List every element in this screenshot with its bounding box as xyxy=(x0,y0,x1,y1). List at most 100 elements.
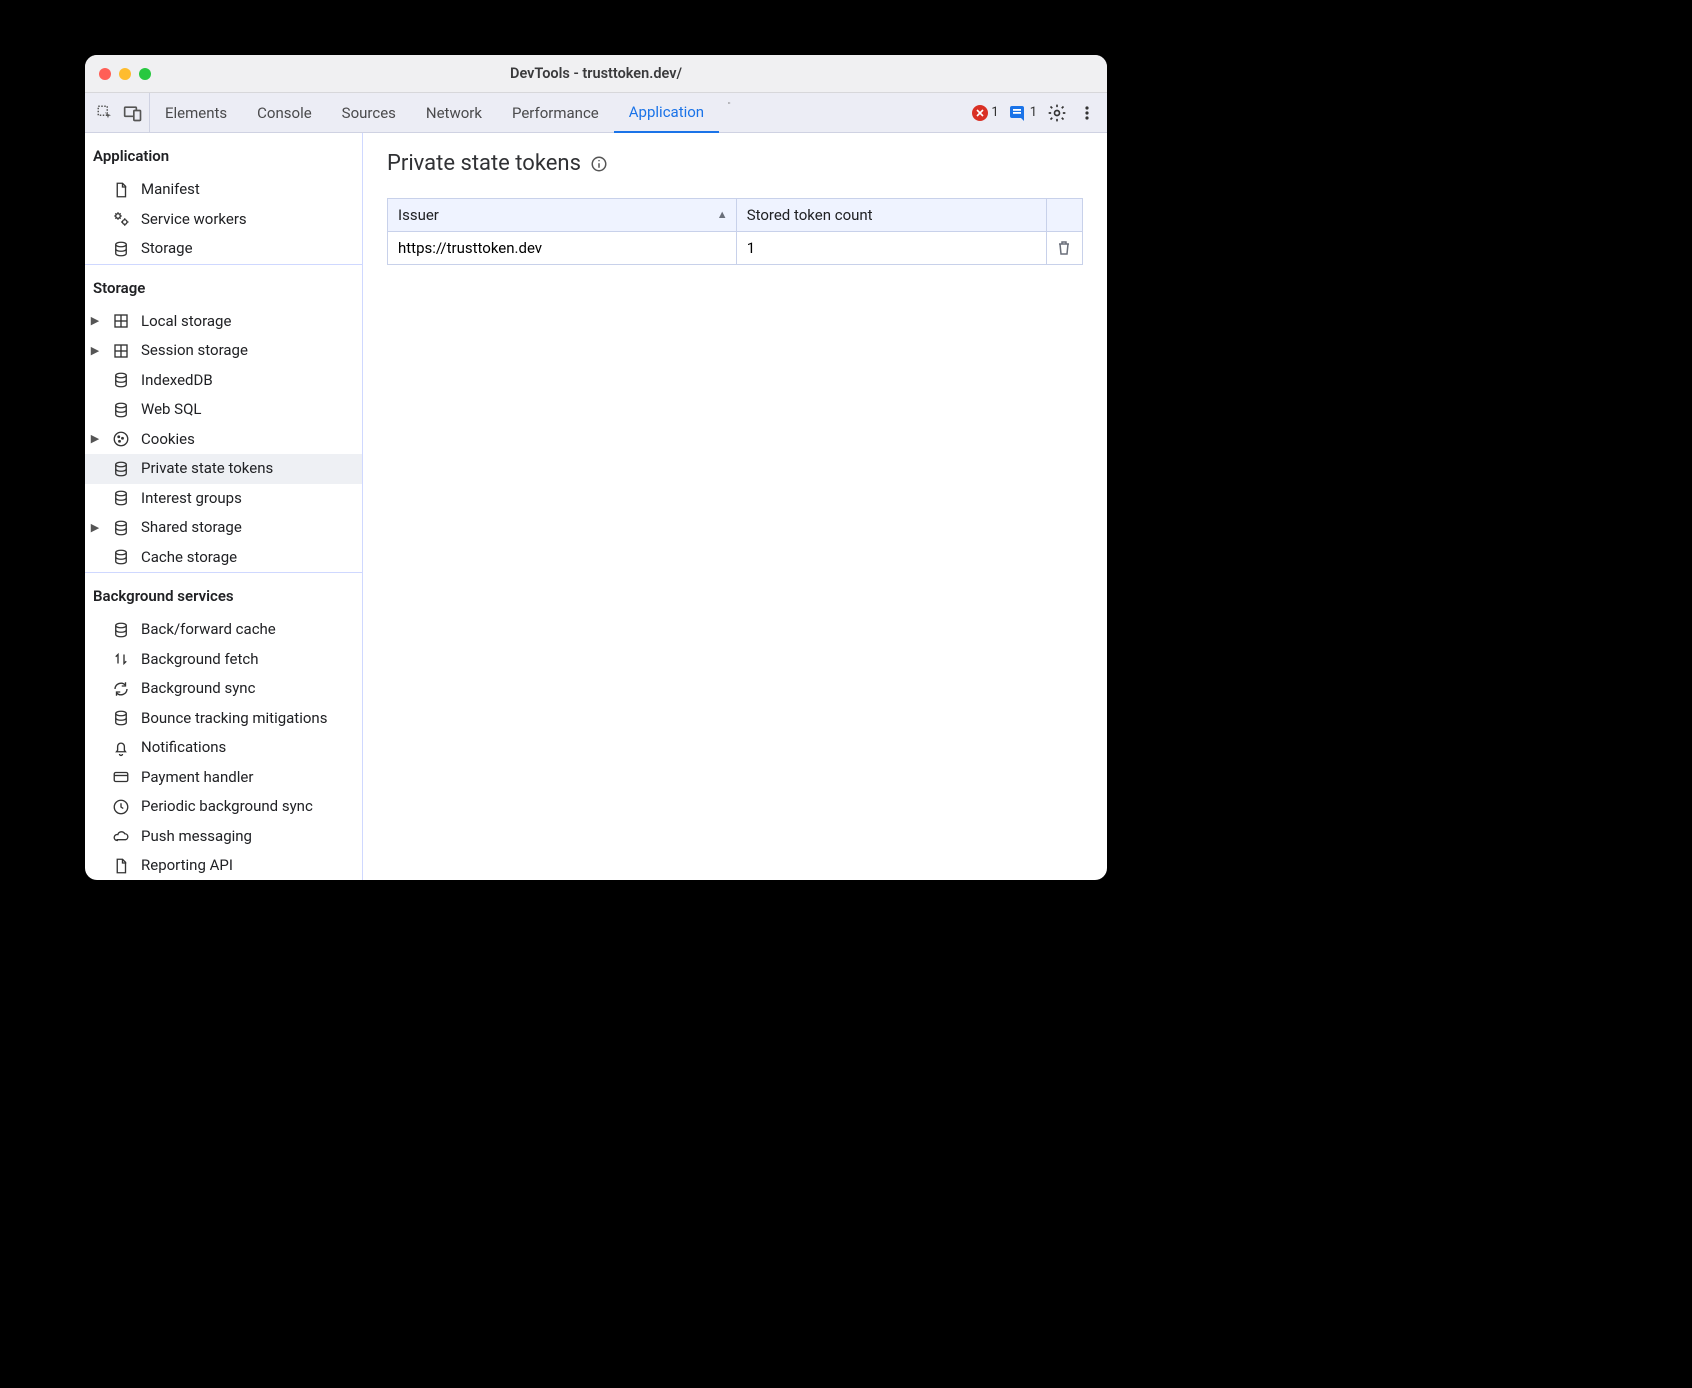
sidebar-item-label: Reporting API xyxy=(141,856,354,876)
grid-icon xyxy=(111,312,131,330)
trash-icon xyxy=(1057,240,1071,256)
tab-application[interactable]: Application xyxy=(614,94,719,133)
sidebar-item-label: Private state tokens xyxy=(141,459,354,479)
sidebar-item-label: Web SQL xyxy=(141,400,354,420)
tab-network[interactable]: Network xyxy=(411,93,497,132)
sidebar-item[interactable]: Background sync xyxy=(85,674,362,704)
updown-icon xyxy=(111,650,131,668)
sidebar-item[interactable]: Interest groups xyxy=(85,484,362,514)
db-icon xyxy=(111,519,131,537)
sidebar-item-label: Push messaging xyxy=(141,827,354,847)
sidebar-item[interactable]: Background fetch xyxy=(85,645,362,675)
device-toolbar-icon[interactable] xyxy=(123,103,143,123)
sidebar-item-label: IndexedDB xyxy=(141,371,354,391)
column-header-count[interactable]: Stored token count xyxy=(736,199,1046,232)
info-icon[interactable] xyxy=(589,154,609,174)
tab-elements[interactable]: Elements xyxy=(150,93,242,132)
sidebar-item-label: Cache storage xyxy=(141,548,354,568)
cookie-icon xyxy=(111,430,131,448)
main-panel: Private state tokens Issuer ▲ xyxy=(363,133,1107,880)
column-header-issuer[interactable]: Issuer ▲ xyxy=(388,199,737,232)
bell-icon xyxy=(111,739,131,757)
sidebar-section-header: Storage xyxy=(85,265,362,307)
devtools-window: DevTools - trusttoken.dev/ ElementsConso… xyxy=(85,55,1107,880)
db-icon xyxy=(111,401,131,419)
sidebar-item-label: Interest groups xyxy=(141,489,354,509)
sidebar-item[interactable]: Reporting API xyxy=(85,851,362,880)
db-icon xyxy=(111,460,131,478)
window-title: DevTools - trusttoken.dev/ xyxy=(85,65,1107,82)
sidebar-item[interactable]: Push messaging xyxy=(85,822,362,852)
sidebar-item[interactable]: ▶Cookies xyxy=(85,425,362,455)
db-icon xyxy=(111,548,131,566)
sidebar-item[interactable]: Bounce tracking mitigations xyxy=(85,704,362,734)
db-icon xyxy=(111,621,131,639)
sidebar-item-label: Background fetch xyxy=(141,650,354,670)
tab-console[interactable]: Console xyxy=(242,93,327,132)
sidebar-item[interactable]: ▶Session storage xyxy=(85,336,362,366)
sidebar-item-label: Storage xyxy=(141,239,354,259)
sidebar-item-label: Payment handler xyxy=(141,768,354,788)
sidebar-item-label: Bounce tracking mitigations xyxy=(141,709,354,729)
inspect-icon[interactable] xyxy=(95,103,115,123)
sidebar-item-label: Notifications xyxy=(141,738,354,758)
fullscreen-window-button[interactable] xyxy=(139,68,151,80)
sidebar-item[interactable]: ▶Local storage xyxy=(85,307,362,337)
card-icon xyxy=(111,768,131,786)
sidebar-item[interactable]: Manifest xyxy=(85,175,362,205)
sidebar-item[interactable]: Back/forward cache xyxy=(85,615,362,645)
close-window-button[interactable] xyxy=(99,68,111,80)
sidebar-item-label: Periodic background sync xyxy=(141,797,354,817)
sidebar-item-label: Background sync xyxy=(141,679,354,699)
sidebar-item-label: Cookies xyxy=(141,430,354,450)
tab-sources[interactable]: Sources xyxy=(327,93,411,132)
error-indicator[interactable]: 1 xyxy=(972,105,998,121)
sync-icon xyxy=(111,680,131,698)
application-sidebar: ApplicationManifestService workersStorag… xyxy=(85,133,363,880)
titlebar: DevTools - trusttoken.dev/ xyxy=(85,55,1107,93)
sidebar-item[interactable]: IndexedDB xyxy=(85,366,362,396)
tokens-table: Issuer ▲ Stored token count https://trus… xyxy=(387,198,1083,265)
sidebar-item-label: Manifest xyxy=(141,180,354,200)
db-icon xyxy=(111,709,131,727)
sidebar-item[interactable]: Private state tokens xyxy=(85,454,362,484)
sidebar-item[interactable]: Cache storage xyxy=(85,543,362,573)
delete-button[interactable] xyxy=(1047,232,1083,265)
expand-arrow-icon: ▶ xyxy=(89,344,101,358)
cell-count: 1 xyxy=(736,232,1046,265)
sidebar-item[interactable]: ▶ Shared storage xyxy=(85,513,362,543)
window-controls xyxy=(99,68,151,80)
sidebar-item-label: Back/forward cache xyxy=(141,620,354,640)
sidebar-section-header: Background services xyxy=(85,573,362,615)
settings-icon[interactable] xyxy=(1047,103,1067,123)
devtools-tabbar: ElementsConsoleSourcesNetworkPerformance… xyxy=(85,93,1107,133)
table-row[interactable]: https://trusttoken.dev1 xyxy=(388,232,1083,265)
sidebar-item[interactable]: Storage xyxy=(85,234,362,264)
sidebar-item[interactable]: Periodic background sync xyxy=(85,792,362,822)
db-icon xyxy=(111,240,131,258)
tab-performance[interactable]: Performance xyxy=(497,93,614,132)
more-tabs-icon[interactable] xyxy=(719,93,739,113)
column-header-actions xyxy=(1047,199,1083,232)
expand-arrow-icon: ▶ xyxy=(89,314,101,328)
sidebar-item-label: Service workers xyxy=(141,210,354,230)
db-icon xyxy=(111,489,131,507)
expand-arrow-icon: ▶ xyxy=(89,521,101,535)
file-icon xyxy=(111,857,131,875)
sidebar-item-label: Shared storage xyxy=(141,518,354,538)
sidebar-item[interactable]: Service workers xyxy=(85,205,362,235)
sidebar-item[interactable]: Web SQL xyxy=(85,395,362,425)
minimize-window-button[interactable] xyxy=(119,68,131,80)
kebab-menu-icon[interactable] xyxy=(1077,103,1097,123)
sidebar-item[interactable]: Payment handler xyxy=(85,763,362,793)
error-icon xyxy=(972,105,988,121)
cloud-icon xyxy=(111,827,131,845)
sidebar-item[interactable]: Notifications xyxy=(85,733,362,763)
issue-indicator[interactable]: 1 xyxy=(1009,105,1037,121)
file-icon xyxy=(111,181,131,199)
gears-icon xyxy=(111,210,131,228)
db-icon xyxy=(111,371,131,389)
clock-icon xyxy=(111,798,131,816)
page-title: Private state tokens xyxy=(387,151,1083,176)
issue-icon xyxy=(1009,105,1027,121)
